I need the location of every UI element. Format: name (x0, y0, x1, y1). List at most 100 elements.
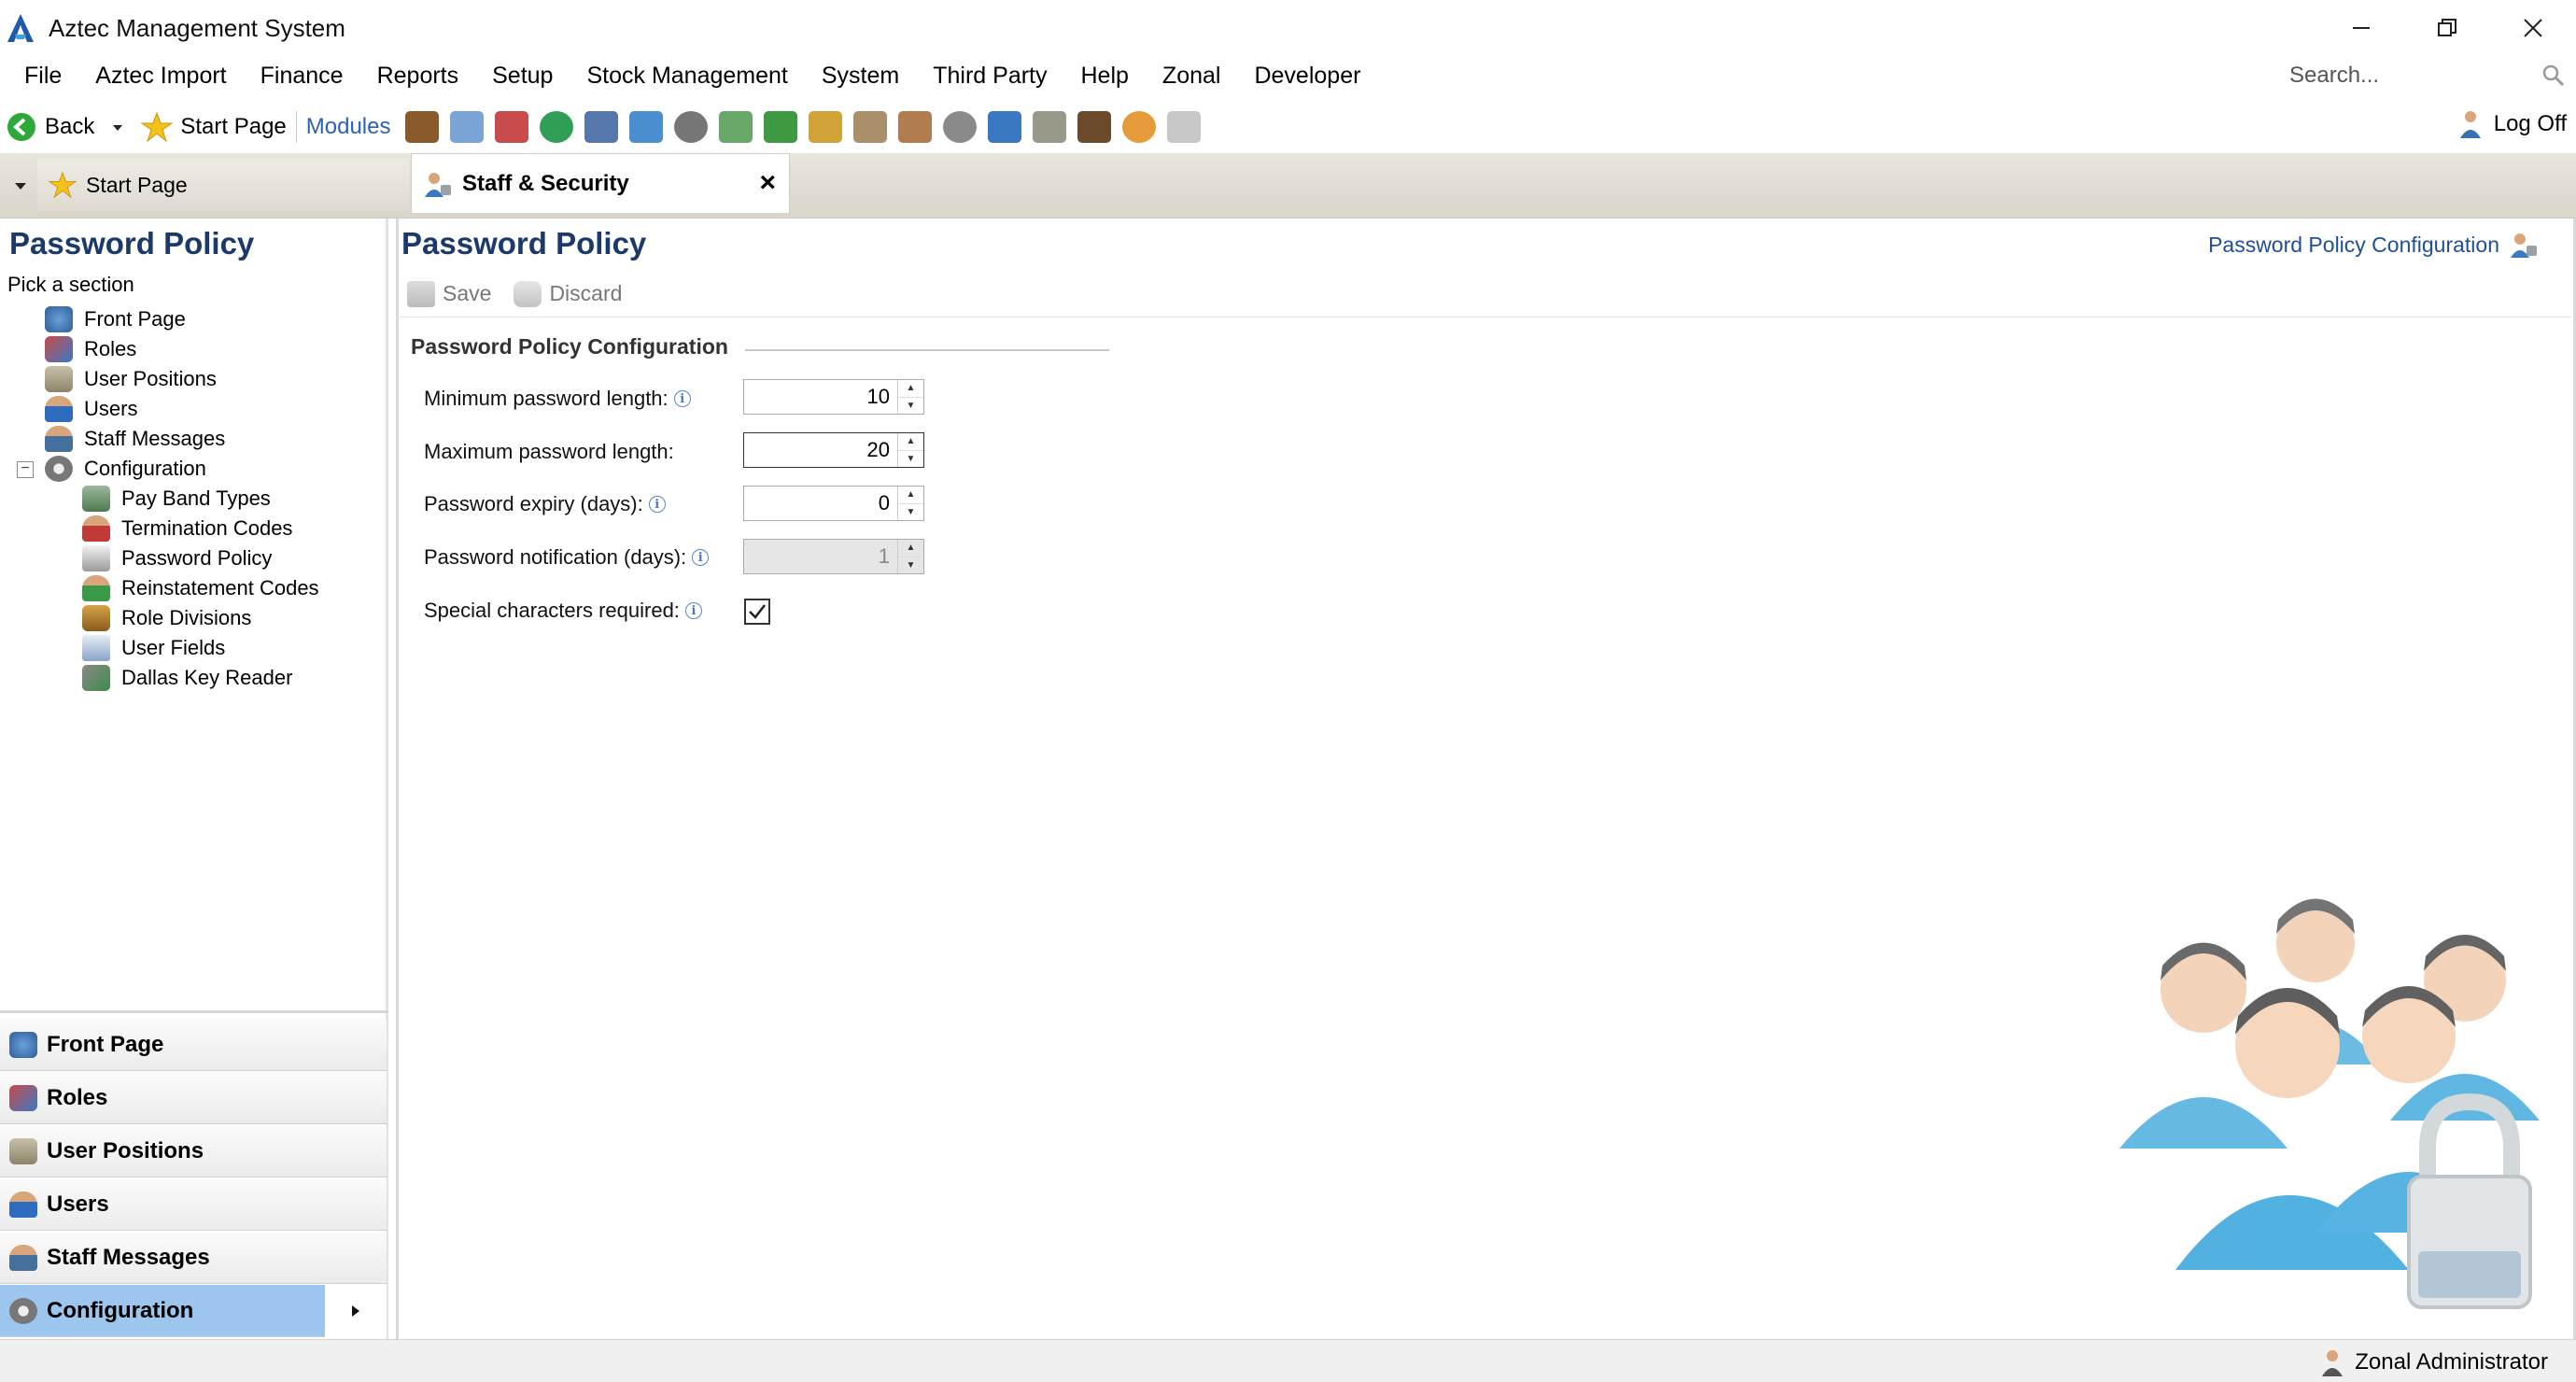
tree-item-front-page[interactable]: Front Page (45, 304, 186, 334)
info-icon[interactable]: i (692, 549, 710, 566)
bottom-navigation: Front Page Roles User Positions Users St… (0, 1010, 388, 1339)
nav-user-positions[interactable]: User Positions (0, 1125, 387, 1178)
tree-item-label: User Fields (121, 636, 226, 659)
menu-setup[interactable]: Setup (475, 63, 570, 90)
search-icon[interactable] (2541, 63, 2566, 88)
info-icon[interactable]: i (684, 602, 702, 619)
expiry-stepper[interactable]: 0 ▲ ▼ (743, 486, 924, 521)
discard-label: Discard (549, 281, 623, 305)
menu-help[interactable]: Help (1064, 63, 1146, 90)
logoff-label: Log Off (2493, 111, 2567, 136)
discard-button[interactable]: Discard (514, 280, 623, 307)
special-chars-checkbox[interactable] (744, 599, 770, 625)
tree-item-password-policy[interactable]: Password Policy (82, 543, 272, 573)
menu-reports[interactable]: Reports (360, 63, 476, 90)
module-card-icon[interactable] (495, 111, 529, 143)
tree-item-dallas-key-reader[interactable]: Dallas Key Reader (82, 663, 292, 693)
min-length-value[interactable]: 10 (744, 380, 897, 414)
tree-item-pay-band-types[interactable]: Pay Band Types (82, 484, 271, 514)
save-button[interactable]: Save (401, 280, 491, 307)
menu-aztec-import[interactable]: Aztec Import (78, 63, 243, 90)
tree-item-label: Staff Messages (84, 427, 226, 450)
menu-stock-management[interactable]: Stock Management (570, 63, 804, 90)
module-refresh-icon[interactable] (943, 111, 978, 143)
module-gear-icon[interactable] (674, 111, 709, 143)
tree-item-reinstatement-codes[interactable]: Reinstatement Codes (82, 573, 319, 603)
nav-front-page[interactable]: Front Page (0, 1019, 387, 1071)
user-positions-icon (45, 366, 73, 392)
module-document-icon[interactable] (1167, 111, 1202, 143)
tree-item-termination-codes[interactable]: Termination Codes (82, 514, 292, 543)
max-length-stepper[interactable]: 20 ▲ ▼ (743, 432, 924, 468)
tree-item-configuration[interactable]: Configuration (45, 454, 206, 484)
stepper-up-icon[interactable]: ▲ (898, 487, 923, 504)
stepper-down-icon[interactable]: ▼ (898, 451, 923, 468)
reinstatement-codes-icon (82, 575, 110, 601)
tree-item-user-fields[interactable]: User Fields (82, 633, 225, 663)
tree-item-staff-messages[interactable]: Staff Messages (45, 424, 225, 454)
module-palette-icon[interactable] (1122, 111, 1157, 143)
module-ticket-icon[interactable] (1033, 111, 1067, 143)
module-stack-icon[interactable] (898, 111, 933, 143)
minimize-icon (2353, 27, 2370, 29)
close-button[interactable] (2490, 0, 2576, 56)
tree-item-roles[interactable]: Roles (45, 334, 136, 364)
nav-users[interactable]: Users (0, 1178, 387, 1231)
close-tab-icon[interactable]: × (759, 167, 776, 199)
role-divisions-icon (82, 605, 110, 631)
module-folder-icon[interactable] (1077, 111, 1112, 143)
stepper-up-icon: ▲ (898, 540, 923, 557)
special-chars-label: Special characters required: i (424, 595, 702, 627)
module-globe-icon[interactable] (540, 111, 574, 143)
nav-staff-messages[interactable]: Staff Messages (0, 1232, 387, 1284)
tree-item-user-positions[interactable]: User Positions (45, 364, 217, 394)
back-button[interactable]: Back (6, 111, 94, 143)
stepper-up-icon[interactable]: ▲ (898, 380, 923, 398)
configuration-gear-icon (45, 456, 73, 482)
restore-button[interactable] (2404, 0, 2490, 56)
menu-finance[interactable]: Finance (244, 63, 360, 90)
menu-system[interactable]: System (805, 63, 916, 90)
module-window-icon[interactable] (450, 111, 485, 143)
nav-configuration[interactable]: Configuration (0, 1285, 387, 1337)
menu-zonal[interactable]: Zonal (1146, 63, 1238, 90)
min-length-stepper[interactable]: 10 ▲ ▼ (743, 379, 924, 415)
info-icon[interactable]: i (648, 496, 666, 513)
logoff-button[interactable]: Log Off (2456, 108, 2567, 140)
modules-label: Modules (305, 114, 391, 139)
max-length-value[interactable]: 20 (744, 433, 897, 467)
module-shield-icon[interactable] (809, 111, 843, 143)
tab-start-page[interactable]: Start Page (37, 159, 409, 211)
expiry-value[interactable]: 0 (744, 487, 897, 520)
tree-item-label: Dallas Key Reader (121, 666, 293, 689)
expand-arrow-button[interactable] (325, 1285, 387, 1337)
stepper-down-icon[interactable]: ▼ (898, 398, 923, 415)
nav-roles[interactable]: Roles (0, 1072, 387, 1124)
module-tools-icon[interactable] (584, 111, 619, 143)
module-chart-icon[interactable] (719, 111, 753, 143)
module-book-icon[interactable] (405, 111, 440, 143)
info-icon[interactable]: i (673, 390, 691, 407)
stepper-down-icon[interactable]: ▼ (898, 504, 923, 521)
window-title: Aztec Management System (49, 13, 345, 42)
tab-list-dropdown[interactable] (7, 172, 34, 200)
minimize-button[interactable] (2318, 0, 2404, 56)
module-box-icon[interactable] (764, 111, 798, 143)
search-input[interactable] (2289, 63, 2523, 89)
menu-developer[interactable]: Developer (1237, 63, 1377, 90)
tab-staff-security[interactable]: Staff & Security × (411, 153, 790, 213)
start-page-button[interactable]: Start Page (141, 111, 287, 143)
module-printer-icon[interactable] (853, 111, 888, 143)
menu-third-party[interactable]: Third Party (916, 63, 1063, 90)
module-network-icon[interactable] (629, 111, 664, 143)
password-policy-config-link[interactable]: Password Policy Configuration (2208, 230, 2539, 260)
tree-item-label: Pay Band Types (121, 487, 271, 510)
back-dropdown-icon[interactable] (107, 118, 128, 136)
tree-item-users[interactable]: Users (45, 394, 137, 424)
module-staff-icon[interactable] (988, 111, 1022, 143)
expiry-label: Password expiry (days): i (424, 488, 666, 520)
menu-file[interactable]: File (0, 63, 78, 90)
tree-item-role-divisions[interactable]: Role Divisions (82, 603, 251, 633)
stepper-up-icon[interactable]: ▲ (898, 433, 923, 451)
collapse-toggle[interactable]: − (17, 461, 34, 478)
